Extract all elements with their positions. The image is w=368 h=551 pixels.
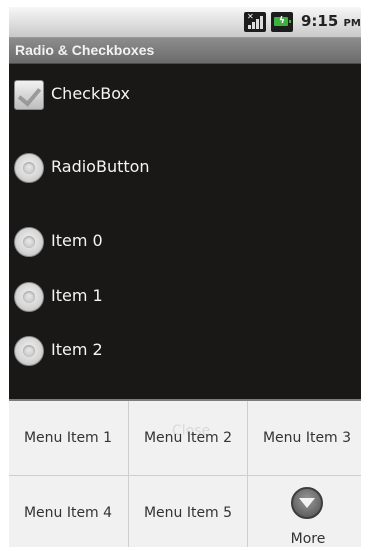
- radio-button[interactable]: [14, 336, 44, 366]
- checkbox-label[interactable]: CheckBox: [51, 84, 130, 103]
- menu-item-4[interactable]: Menu Item 4: [9, 476, 127, 547]
- menu-item-1[interactable]: Menu Item 1: [9, 401, 127, 474]
- phone-screen: ✕ ϟ 9:15 PM Radio & Checkboxes CheckBox …: [9, 7, 361, 547]
- radio-item-label[interactable]: Item 0: [51, 231, 103, 250]
- menu-item-label: Menu Item 2: [143, 429, 233, 446]
- radio-item-label[interactable]: Item 2: [51, 340, 103, 359]
- options-menu: Close Menu Item 1 Menu Item 2 Menu Item …: [9, 399, 361, 547]
- more-chevron-down-icon[interactable]: [291, 487, 323, 519]
- title-bar: Radio & Checkboxes: [9, 38, 361, 64]
- radio-button[interactable]: [14, 282, 44, 312]
- radio-item-label[interactable]: Item 1: [51, 286, 103, 305]
- radiobutton-label[interactable]: RadioButton: [51, 157, 150, 176]
- checkbox[interactable]: [14, 80, 44, 110]
- signal-strength-icon: ✕: [244, 12, 266, 32]
- clock: 9:15 PM: [301, 12, 361, 30]
- checkmark-icon: [17, 82, 42, 107]
- menu-item-label: Menu Item 1: [23, 429, 113, 446]
- more-button[interactable]: More: [269, 531, 347, 547]
- clock-time: 9:15: [301, 12, 339, 30]
- radio-button[interactable]: [14, 153, 44, 183]
- menu-item-2[interactable]: Menu Item 2: [129, 401, 247, 474]
- menu-item-5[interactable]: Menu Item 5: [129, 476, 247, 547]
- page-title: Radio & Checkboxes: [15, 42, 155, 58]
- menu-item-label: Menu Item 5: [143, 504, 233, 521]
- menu-item-label: Menu Item 4: [23, 504, 113, 521]
- status-bar: ✕ ϟ 9:15 PM: [9, 7, 361, 38]
- menu-item-label: Menu Item 3: [262, 429, 352, 446]
- radio-button[interactable]: [14, 227, 44, 257]
- battery-charging-icon: ϟ: [271, 12, 293, 32]
- menu-item-3[interactable]: Menu Item 3: [248, 401, 361, 474]
- clock-ampm: PM: [343, 18, 361, 29]
